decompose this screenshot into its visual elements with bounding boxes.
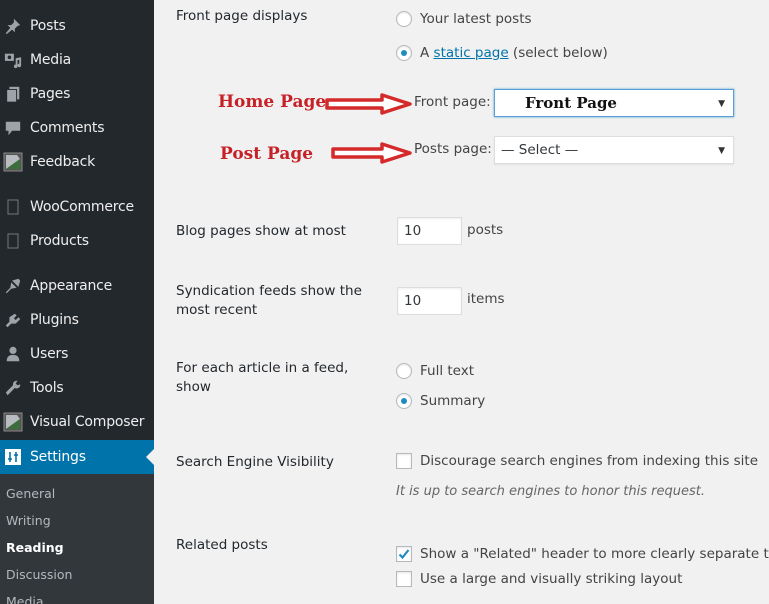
summary-radio[interactable] — [396, 393, 412, 409]
submenu-item-writing[interactable]: Writing — [6, 513, 51, 528]
front-page-select[interactable]: Front Page ▼ — [494, 89, 734, 117]
search-visibility-description: It is up to search engines to honor this… — [396, 484, 705, 499]
sidebar-item-media[interactable]: Media — [0, 43, 154, 77]
search-visibility-label: Search Engine Visibility — [176, 454, 334, 470]
reading-settings-form: Front page displays Your latest posts A … — [154, 0, 769, 604]
sidebar-item-woocommerce[interactable]: WooCommerce — [0, 190, 154, 224]
blog-pages-input[interactable] — [397, 217, 462, 245]
settings-submenu: General Writing Reading Discussion Media — [0, 474, 154, 604]
sidebar-item-settings[interactable]: Settings — [0, 440, 154, 474]
home-page-arrow-icon — [325, 93, 412, 115]
sidebar-item-products[interactable]: Products — [0, 224, 154, 258]
products-icon — [3, 231, 23, 251]
submenu-item-general[interactable]: General — [6, 486, 55, 501]
chevron-down-icon: ▼ — [718, 146, 725, 156]
syndication-label: Syndication feeds show the most recent — [176, 283, 362, 318]
sidebar-item-tools[interactable]: Tools — [0, 371, 154, 405]
related-posts-label: Related posts — [176, 537, 268, 553]
plug-icon — [3, 310, 23, 330]
submenu-item-discussion[interactable]: Discussion — [6, 567, 72, 582]
sidebar-item-comments[interactable]: Comments — [0, 111, 154, 145]
sidebar-item-users[interactable]: Users — [0, 337, 154, 371]
post-page-annotation: Post Page — [220, 144, 314, 164]
sidebar-item-appearance[interactable]: Appearance — [0, 269, 154, 303]
pages-icon — [3, 84, 23, 104]
syndication-input[interactable] — [397, 287, 462, 315]
full-text-radio[interactable] — [396, 363, 412, 379]
posts-page-select[interactable]: — Select — ▼ — [494, 136, 734, 164]
discourage-search-checkbox[interactable] — [396, 453, 412, 469]
checkmark-icon — [398, 549, 410, 560]
syndication-unit: items — [467, 291, 505, 307]
submenu-item-reading[interactable]: Reading — [6, 540, 64, 555]
option-static-page[interactable]: A static page (select below) — [396, 45, 608, 61]
chevron-down-icon: ▼ — [718, 99, 725, 109]
related-header-checkbox[interactable] — [396, 546, 412, 562]
paintbrush-icon — [3, 276, 23, 296]
comment-icon — [3, 118, 23, 138]
blog-pages-unit: posts — [467, 222, 504, 238]
sidebar-item-plugins[interactable]: Plugins — [0, 303, 154, 337]
wrench-icon — [3, 378, 23, 398]
static-page-link[interactable]: static page — [434, 45, 509, 61]
sidebar-item-visual-composer[interactable]: Visual Composer — [0, 405, 154, 439]
front-page-displays-label: Front page displays — [176, 8, 308, 24]
media-icon — [3, 50, 23, 70]
submenu-item-media[interactable]: Media — [6, 594, 44, 604]
latest-posts-radio[interactable] — [396, 11, 412, 27]
large-layout-checkbox[interactable] — [396, 571, 412, 587]
option-summary[interactable]: Summary — [396, 393, 485, 409]
sidebar-item-feedback[interactable]: Feedback — [0, 145, 154, 179]
option-discourage-search[interactable]: Discourage search engines from indexing … — [396, 453, 758, 469]
visual-composer-icon — [3, 412, 23, 432]
option-related-header[interactable]: Show a "Related" header to more clearly … — [396, 546, 769, 562]
option-large-layout[interactable]: Use a large and visually striking layout — [396, 571, 682, 587]
user-icon — [3, 344, 23, 364]
home-page-annotation: Home Page — [218, 92, 327, 112]
option-latest-posts[interactable]: Your latest posts — [396, 11, 532, 27]
blog-pages-label: Blog pages show at most — [176, 223, 346, 239]
pin-icon — [3, 16, 23, 36]
woocommerce-icon — [3, 197, 23, 217]
admin-sidebar: Posts Media Pages Comments Feedback WooC… — [0, 0, 154, 604]
feedback-image-icon — [3, 152, 23, 172]
static-page-radio[interactable] — [396, 45, 412, 61]
settings-sliders-icon — [3, 447, 23, 467]
posts-page-select-label: Posts page: — [414, 141, 492, 157]
post-page-arrow-icon — [331, 142, 412, 164]
feed-article-label: For each article in a feed, show — [176, 360, 349, 395]
sidebar-item-pages[interactable]: Pages — [0, 77, 154, 111]
sidebar-item-posts[interactable]: Posts — [0, 9, 154, 43]
front-page-select-label: Front page: — [414, 94, 491, 110]
option-full-text[interactable]: Full text — [396, 363, 474, 379]
